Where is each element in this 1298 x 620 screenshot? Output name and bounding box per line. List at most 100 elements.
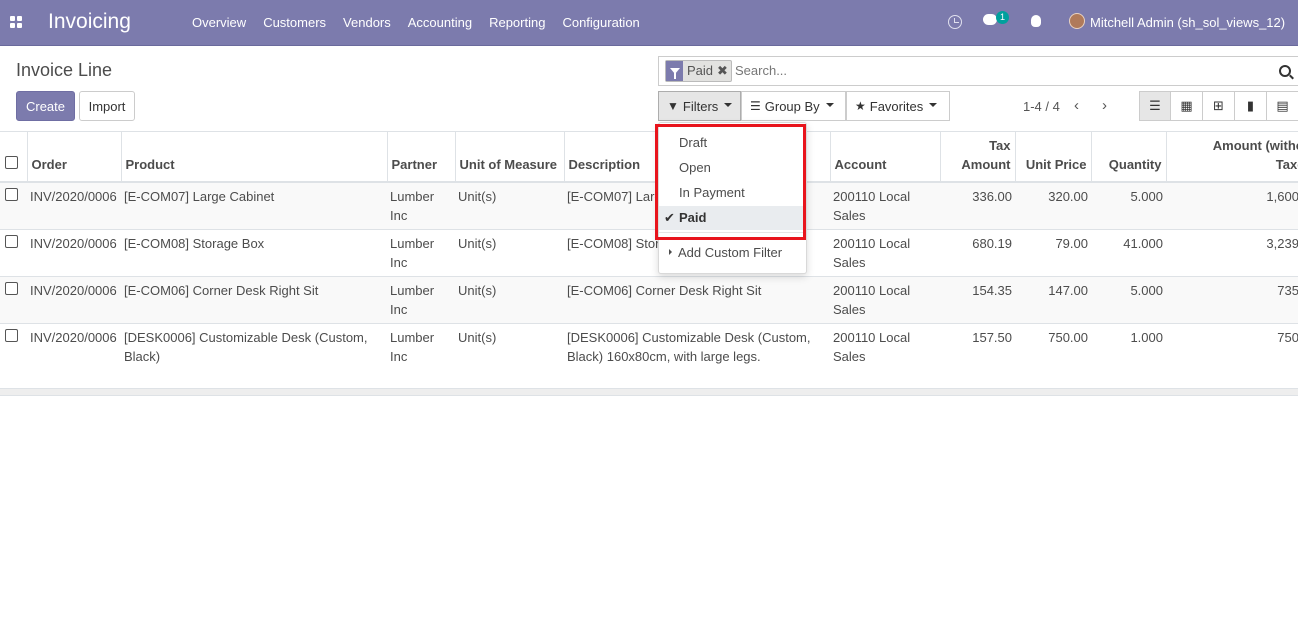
cell-unit-price: 79.00 (1015, 229, 1091, 277)
main-menu: Overview Customers Vendors Accounting Re… (192, 15, 657, 30)
caret-right-icon (669, 249, 672, 255)
cell-tax-amount: 154.35 (940, 276, 1015, 324)
cell-quantity: 5.000 (1091, 276, 1166, 324)
cell-account: 200110 Local Sales (830, 229, 940, 277)
app-title[interactable]: Invoicing (48, 10, 131, 34)
chat-icon[interactable] (983, 14, 997, 25)
kanban-view-icon[interactable]: ▦ (1171, 91, 1203, 121)
column-header-amount[interactable]: Amount (without Taxes) (1165, 131, 1298, 183)
filter-option-paid[interactable]: ✔ Paid (659, 206, 806, 230)
cell-order: INV/2020/0006 (27, 229, 121, 277)
cell-order: INV/2020/0006 (27, 276, 121, 324)
invoice-line-table: Order Product Partner Unit of Measure De… (0, 131, 1298, 396)
column-header-partner[interactable]: Partner (386, 131, 455, 183)
import-button[interactable]: Import (79, 91, 135, 121)
column-header-order[interactable]: Order (26, 131, 121, 183)
cell-unit-price: 147.00 (1015, 276, 1091, 324)
column-header-quantity[interactable]: Quantity (1090, 131, 1166, 183)
row-checkbox[interactable] (0, 181, 27, 230)
cell-uom: Unit(s) (455, 229, 564, 277)
menu-item-reporting[interactable]: Reporting (489, 15, 545, 30)
chat-badge: 1 (996, 11, 1010, 24)
filter-option-in-payment[interactable]: In Payment (659, 181, 806, 205)
cell-quantity: 1.000 (1091, 323, 1166, 388)
search-input[interactable] (735, 63, 1255, 78)
table-row[interactable]: INV/2020/0006 [DESK0006] Customizable De… (0, 323, 1298, 388)
filters-dropdown: Draft Open In Payment ✔ Paid Add Custom … (658, 122, 807, 274)
cell-quantity: 5.000 (1091, 181, 1166, 230)
cell-partner: Lumber Inc (387, 276, 455, 324)
groupby-label: Group By (764, 98, 820, 114)
cell-uom: Unit(s) (455, 181, 564, 230)
favorites-button[interactable]: ★ Favorites (846, 91, 950, 121)
filter-option-label: Paid (679, 210, 707, 225)
add-custom-filter-label: Add Custom Filter (678, 245, 783, 260)
search-icon[interactable] (1279, 65, 1291, 77)
column-header-unit-price[interactable]: Unit Price (1014, 131, 1091, 183)
checkmark-icon: ✔ (664, 210, 675, 225)
page-title: Invoice Line (16, 60, 113, 80)
table-row[interactable]: INV/2020/0006 [E-COM07] Large Cabinet Lu… (0, 181, 1298, 230)
cell-account: 200110 Local Sales (830, 323, 940, 388)
column-header-account[interactable]: Account (829, 131, 940, 183)
pager-value[interactable]: 1-4 / 4 (1023, 99, 1060, 114)
previous-page-icon[interactable]: ‹ (1074, 98, 1079, 113)
cell-uom: Unit(s) (455, 323, 564, 388)
cell-product: [E-COM06] Corner Desk Right Sit (121, 276, 387, 324)
caret-down-icon (825, 103, 834, 107)
table-footer (0, 387, 1298, 396)
cell-product: [DESK0006] Customizable Desk (Custom, Bl… (121, 323, 387, 388)
clock-icon[interactable] (948, 15, 962, 29)
caret-down-icon (724, 103, 733, 107)
table-row[interactable]: INV/2020/0006 [E-COM06] Corner Desk Righ… (0, 276, 1298, 324)
next-page-icon[interactable]: › (1102, 98, 1107, 113)
row-checkbox[interactable] (0, 323, 27, 388)
cell-product: [E-COM08] Storage Box (121, 229, 387, 277)
filters-label: Filters (682, 98, 719, 114)
bug-icon[interactable] (1031, 15, 1041, 27)
favorites-label: Favorites (869, 98, 924, 114)
facet-label: Paid (687, 63, 714, 78)
menu-item-overview[interactable]: Overview (192, 15, 246, 30)
cell-amount: 750.00 (1166, 323, 1298, 388)
select-all-checkbox[interactable] (0, 131, 27, 183)
menu-item-vendors[interactable]: Vendors (343, 15, 391, 30)
cell-quantity: 41.000 (1091, 229, 1166, 277)
apps-icon[interactable] (10, 16, 22, 28)
filter-option-label: In Payment (679, 185, 745, 200)
list-view-icon[interactable]: ☰ (1139, 91, 1171, 121)
avatar[interactable] (1069, 13, 1085, 29)
cell-order: INV/2020/0006 (27, 181, 121, 230)
filter-icon: ▼ (667, 99, 679, 113)
menu-item-accounting[interactable]: Accounting (408, 15, 472, 30)
filters-button[interactable]: ▼ Filters (658, 91, 741, 121)
menu-item-configuration[interactable]: Configuration (562, 15, 639, 30)
create-button[interactable]: Create (16, 91, 75, 121)
cell-account: 200110 Local Sales (830, 276, 940, 324)
dropdown-divider (659, 232, 806, 233)
pivot-view-icon[interactable]: ⊞ (1203, 91, 1235, 121)
list-icon: ☰ (750, 99, 761, 113)
filter-option-open[interactable]: Open (659, 156, 806, 180)
cell-unit-price: 320.00 (1015, 181, 1091, 230)
table-row[interactable]: INV/2020/0006 [E-COM08] Storage Box Lumb… (0, 229, 1298, 277)
graph-view-icon[interactable]: ▮ (1235, 91, 1267, 121)
filter-option-draft[interactable]: Draft (659, 131, 806, 155)
groupby-button[interactable]: ☰ Group By (741, 91, 846, 121)
row-checkbox[interactable] (0, 229, 27, 277)
column-header-uom[interactable]: Unit of Measure (454, 131, 564, 183)
cell-amount: 1,600.00 (1166, 181, 1298, 230)
menu-item-customers[interactable]: Customers (263, 15, 326, 30)
row-checkbox[interactable] (0, 276, 27, 324)
star-icon: ★ (855, 99, 866, 113)
remove-facet-icon[interactable]: ✖ (717, 61, 731, 81)
cell-partner: Lumber Inc (387, 181, 455, 230)
column-header-tax-amount[interactable]: Tax Amount (939, 131, 1015, 183)
column-header-product[interactable]: Product (120, 131, 387, 183)
cell-tax-amount: 680.19 (940, 229, 1015, 277)
user-menu[interactable]: Mitchell Admin (sh_sol_views_12) (1090, 15, 1285, 30)
add-custom-filter[interactable]: Add Custom Filter (669, 245, 782, 260)
calendar-view-icon[interactable]: ▤ (1267, 91, 1298, 121)
filter-option-label: Draft (679, 135, 708, 150)
cell-amount: 735.00 (1166, 276, 1298, 324)
